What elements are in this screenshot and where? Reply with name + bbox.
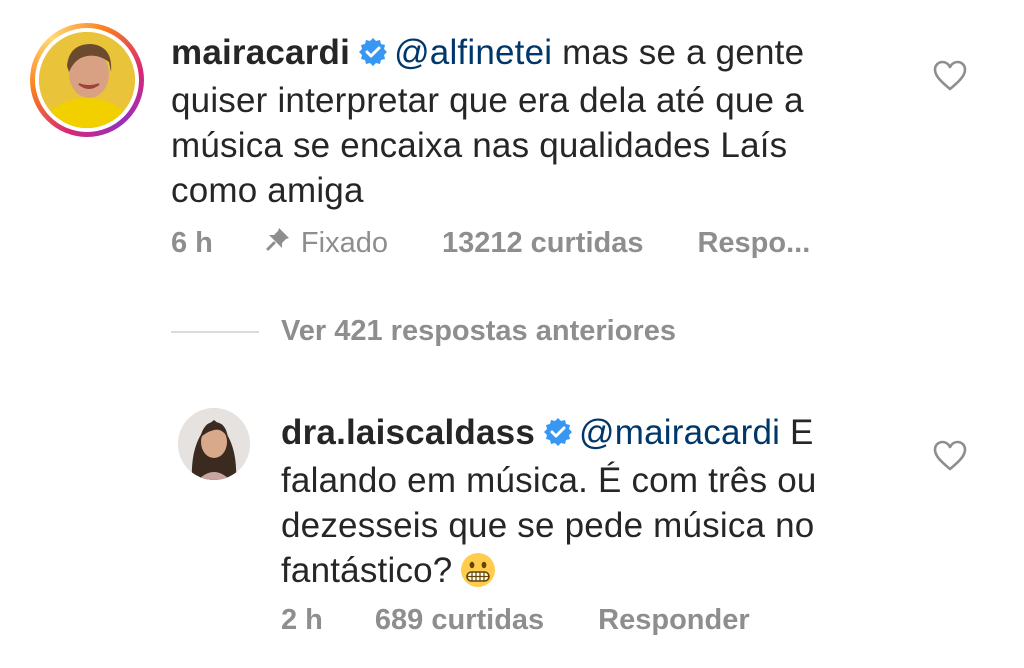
likes-count[interactable]: 13212 curtidas	[442, 227, 644, 260]
timestamp[interactable]: 6 h	[171, 227, 213, 260]
view-previous-replies-button[interactable]: Ver 421 respostas anteriores	[171, 315, 676, 348]
heart-icon[interactable]	[933, 440, 967, 477]
comment-meta: 6 h Fixado 13212 curtidas Respo...	[171, 226, 810, 260]
comment-text: mairacardi @alfinetei mas se a gente quis…	[171, 30, 871, 213]
pinned-label: Fixado	[300, 226, 388, 259]
avatar[interactable]	[39, 32, 135, 128]
timestamp[interactable]: 2 h	[281, 604, 323, 637]
comment-item: mairacardi @alfinetei mas se a gente quis…	[0, 0, 1024, 300]
comment-username[interactable]: dra.laiscaldass	[281, 413, 535, 452]
view-previous-label[interactable]: Ver 421 respostas anteriores	[281, 315, 676, 348]
comment-text: dra.laiscaldass @mairacardi E falando em …	[281, 410, 881, 599]
grimacing-face-emoji	[460, 552, 496, 599]
mention-link[interactable]: @alfinetei	[394, 33, 552, 72]
divider-line	[171, 330, 259, 333]
pinned-indicator: Fixado	[265, 226, 388, 260]
heart-icon[interactable]	[933, 60, 967, 97]
reply-button[interactable]: Responder	[598, 604, 749, 637]
comment-meta: 2 h 689 curtidas Responder	[281, 604, 750, 637]
verified-badge-icon	[358, 33, 388, 78]
comment-username[interactable]: mairacardi	[171, 33, 350, 72]
reply-button[interactable]: Respo...	[697, 227, 810, 260]
mention-link[interactable]: @mairacardi	[579, 413, 780, 452]
avatar[interactable]	[178, 408, 250, 480]
pin-icon	[265, 226, 291, 260]
likes-count[interactable]: 689 curtidas	[375, 604, 544, 637]
verified-badge-icon	[543, 413, 573, 458]
